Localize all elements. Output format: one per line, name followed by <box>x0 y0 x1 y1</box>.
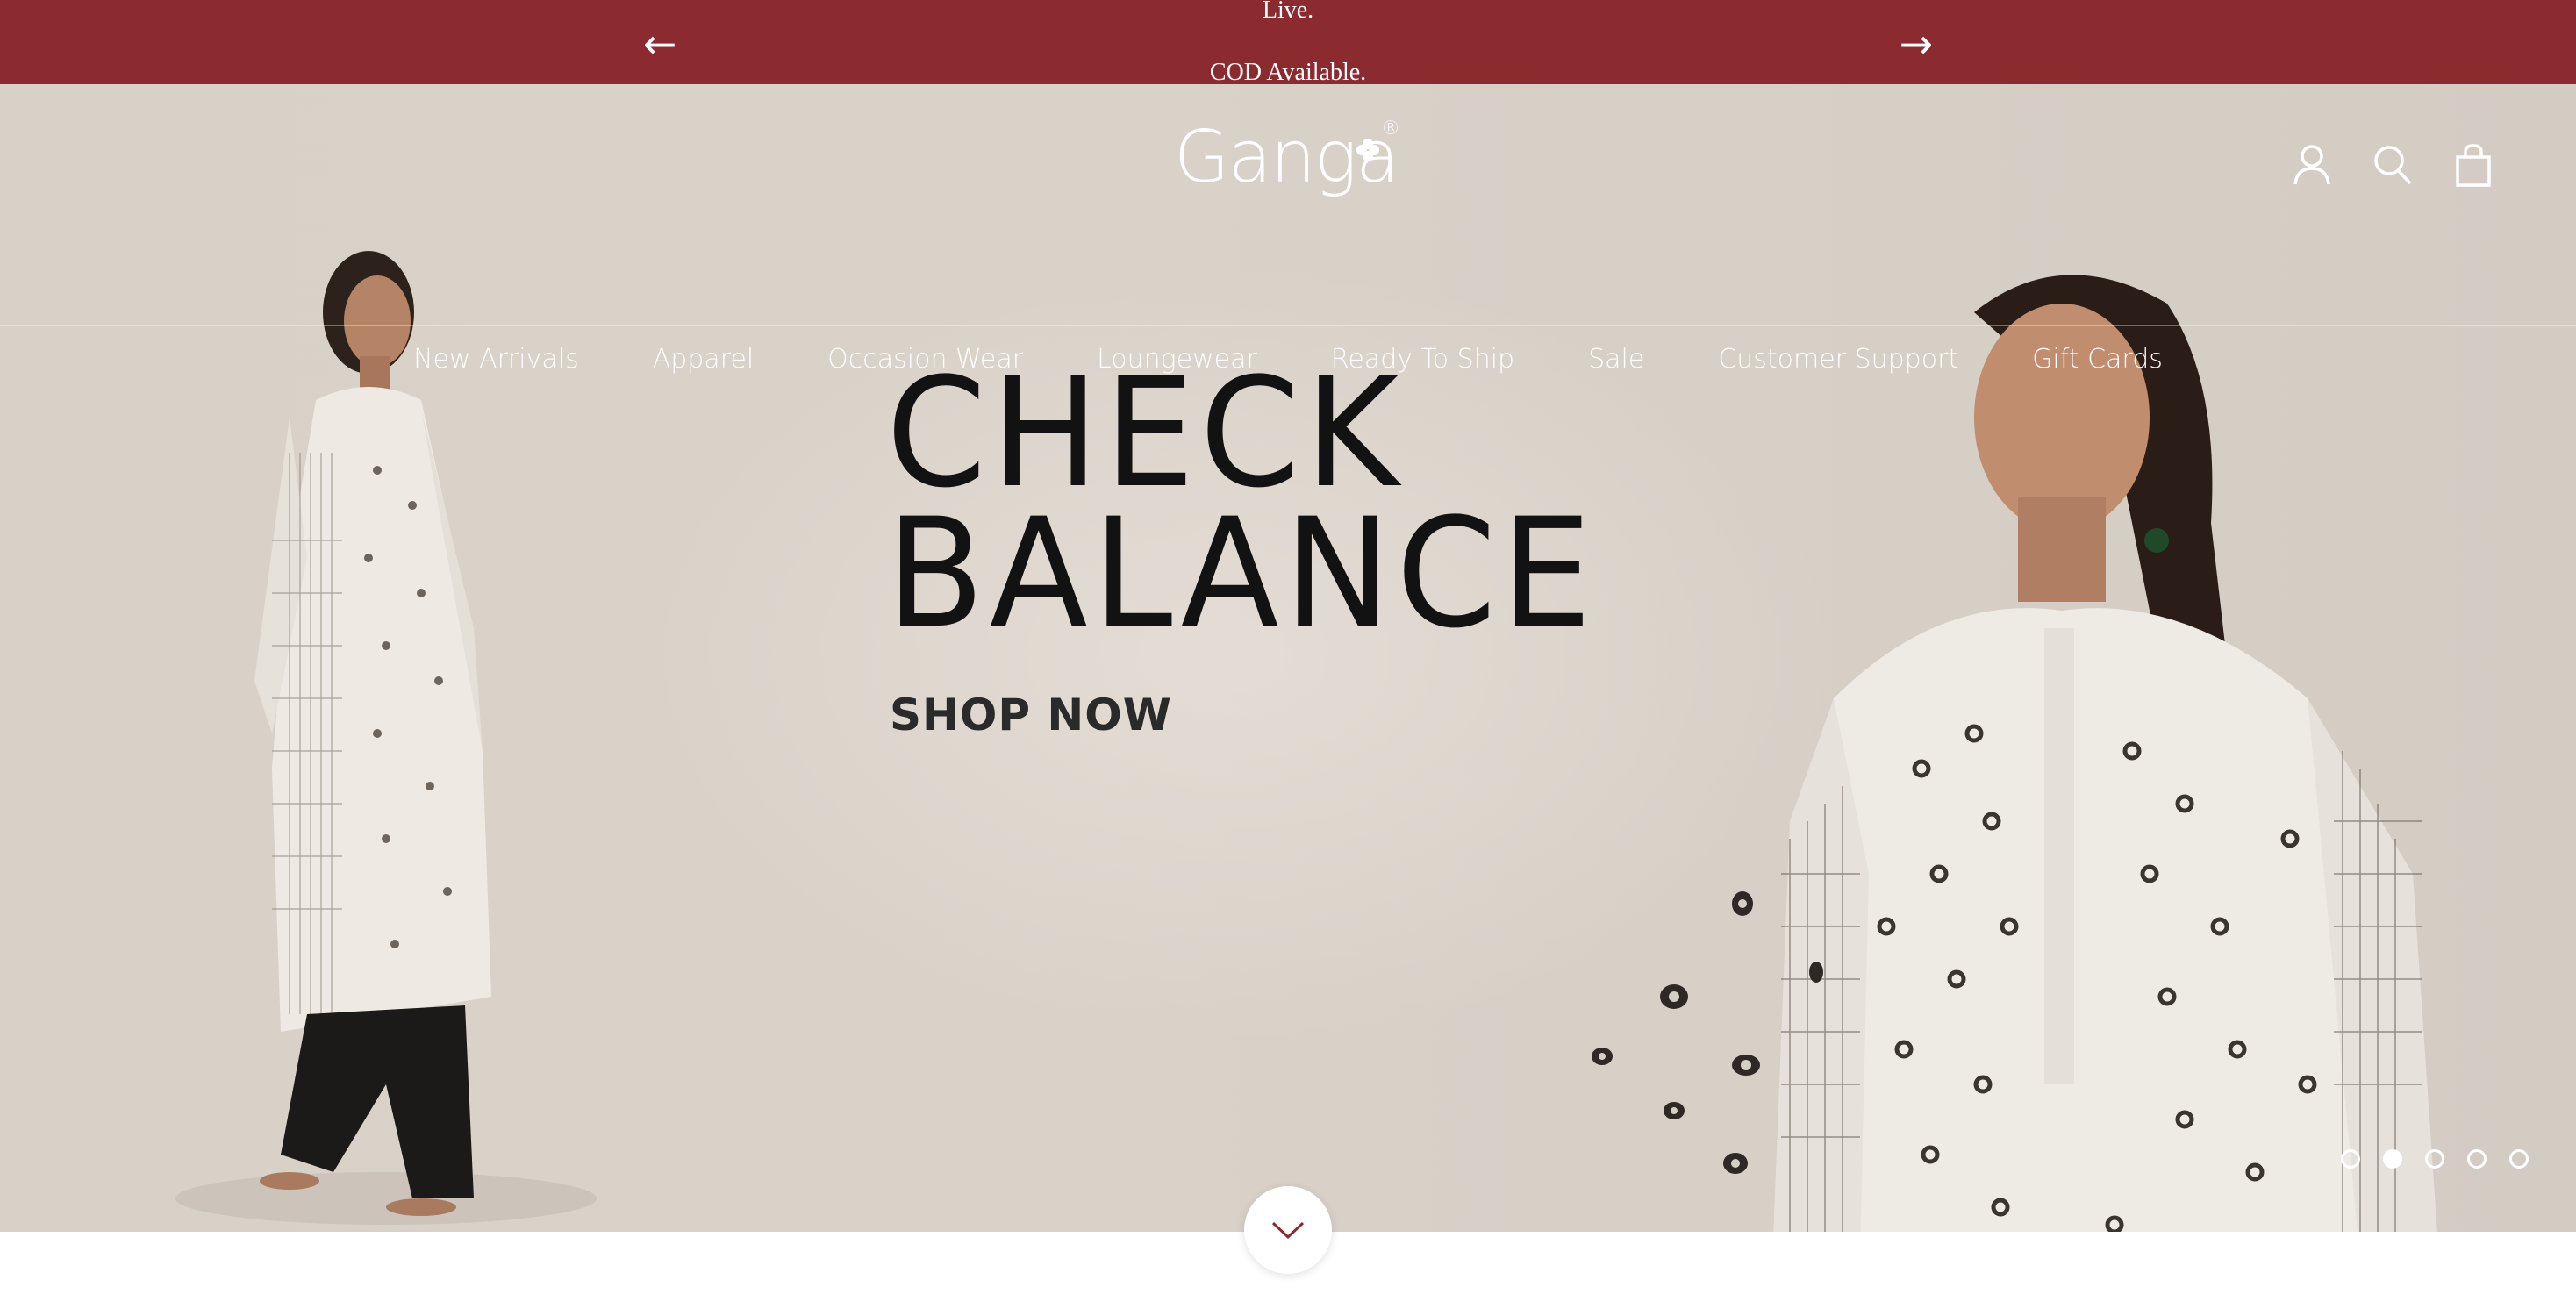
slide-dot-4[interactable] <box>2467 1149 2487 1169</box>
announcement-text-1: Live. <box>1262 0 1314 24</box>
chevron-down-icon <box>1271 1221 1305 1240</box>
search-icon[interactable] <box>2372 142 2413 188</box>
brand-logo[interactable]: Ganga ® <box>1174 116 1402 212</box>
account-icon[interactable] <box>2292 142 2332 188</box>
nav-item-apparel[interactable]: Apparel <box>653 335 754 384</box>
hero-headline-line2: BALANCE <box>886 485 1597 662</box>
hero-headline: CHECK BALANCE <box>886 345 1635 662</box>
header-actions <box>2292 142 2494 195</box>
shop-now-link[interactable]: SHOP NOW <box>890 690 1172 740</box>
nav-item-customer-support[interactable]: Customer Support <box>1718 335 1958 384</box>
slide-dot-2[interactable] <box>2383 1149 2402 1169</box>
slide-dot-1[interactable] <box>2341 1149 2360 1169</box>
slide-dot-5[interactable] <box>2509 1149 2529 1169</box>
site-header: Ganga ® <box>0 84 2576 326</box>
page: ← Live. COD Available. → Ganga ® New Arr… <box>0 0 2576 1316</box>
cart-icon[interactable] <box>2453 142 2494 188</box>
slide-dot-3[interactable] <box>2425 1149 2444 1169</box>
logo-registered-mark: ® <box>1381 118 1400 139</box>
slideshow-pagination <box>2341 1149 2529 1169</box>
arrow-right-icon[interactable]: → <box>1892 19 1941 68</box>
nav-item-new-arrivals[interactable]: New Arrivals <box>413 335 579 384</box>
hero-banner[interactable]: Ganga ® New Arrivals Apparel Occasion We… <box>0 84 2576 1232</box>
logo-flower-icon <box>1356 139 1379 161</box>
announcement-text-2: COD Available. <box>1209 59 1367 84</box>
decorative-dots <box>1592 891 1823 1174</box>
hero-headline-line1: CHECK <box>886 345 1404 521</box>
scroll-down-button[interactable] <box>1244 1186 1332 1274</box>
announcement-bar: ← Live. COD Available. → <box>0 0 2576 84</box>
nav-item-gift-cards[interactable]: Gift Cards <box>2032 335 2163 384</box>
